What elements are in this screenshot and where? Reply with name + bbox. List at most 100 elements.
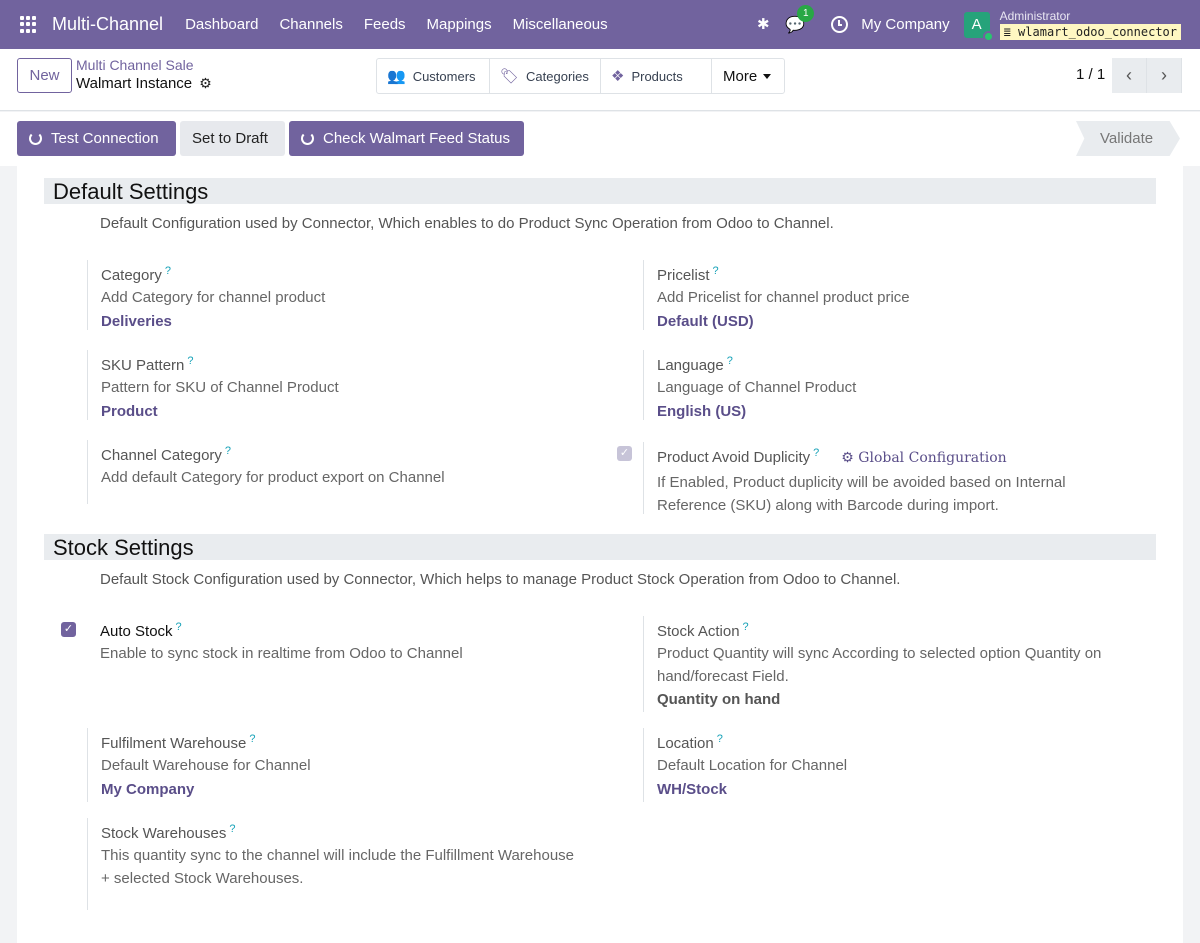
stock-action-label: Stock Action? — [657, 616, 1163, 643]
check-feed-status-label: Check Walmart Feed Status — [323, 130, 511, 147]
category-label-text: Category — [101, 267, 162, 284]
pricelist-label-text: Pricelist — [657, 267, 710, 284]
sku-pattern-field[interactable]: Product — [101, 400, 627, 423]
auto-stock-help-icon[interactable]: ? — [176, 621, 182, 633]
customers-smart-button[interactable]: 👥 Customers — [377, 59, 490, 93]
control-panel: New Multi Channel Sale Walmart Instance … — [0, 49, 1200, 111]
gear-icon[interactable]: ⚙ — [199, 75, 212, 92]
online-status-dot — [982, 30, 994, 42]
menu-dashboard[interactable]: Dashboard — [185, 16, 258, 33]
avoid-duplicity-help-icon[interactable]: ? — [813, 447, 819, 459]
more-label: More — [723, 67, 758, 85]
users-icon: 👥 — [387, 68, 406, 85]
top-navbar: Multi-Channel Dashboard Channels Feeds M… — [0, 0, 1200, 49]
gear-icon: ⚙ — [841, 450, 854, 466]
avatar-letter: A — [971, 15, 982, 33]
pricelist-description: Add Pricelist for channel product price — [657, 289, 910, 306]
stock-action-description-1: Product Quantity will sync According to … — [657, 645, 1102, 662]
menu-miscellaneous[interactable]: Miscellaneous — [513, 16, 608, 33]
language-label: Language? — [657, 350, 1163, 377]
user-menu[interactable]: Administrator ≣ wlamart_odoo_connector — [999, 9, 1181, 40]
bug-icon[interactable]: ✱ — [755, 16, 771, 33]
pricelist-field[interactable]: Default (USD) — [657, 310, 1163, 333]
products-smart-button[interactable]: ❖ Products — [601, 59, 712, 93]
breadcrumb[interactable]: Multi Channel Sale — [76, 57, 194, 73]
chat-button[interactable]: 💬 1 — [785, 4, 815, 35]
categories-smart-button[interactable]: 🏷 Categories — [490, 59, 601, 93]
fulfilment-warehouse-label: Fulfilment Warehouse? — [101, 728, 627, 755]
language-field[interactable]: English (US) — [657, 400, 1163, 423]
company-switcher[interactable]: My Company — [861, 16, 949, 33]
stock-action-help-icon[interactable]: ? — [743, 621, 749, 633]
test-connection-label: Test Connection — [51, 130, 159, 147]
location-setting: Location? Default Location for Channel W… — [643, 728, 1163, 802]
stock-warehouses-setting: Stock Warehouses? This quantity sync to … — [87, 818, 627, 910]
pager-value[interactable]: 1 / 1 — [1076, 66, 1105, 83]
language-help-icon[interactable]: ? — [727, 355, 733, 367]
test-connection-button[interactable]: Test Connection — [17, 121, 176, 156]
fulfilment-warehouse-help-icon[interactable]: ? — [249, 733, 255, 745]
refresh-icon — [29, 132, 42, 145]
fulfilment-warehouse-label-text: Fulfilment Warehouse — [101, 735, 247, 752]
location-label-text: Location — [657, 735, 714, 752]
chevron-left-icon[interactable]: ‹ — [1112, 58, 1147, 93]
products-label: Products — [631, 68, 683, 84]
fulfilment-warehouse-setting: Fulfilment Warehouse? Default Warehouse … — [87, 728, 627, 802]
dropbox-icon: ❖ — [611, 68, 625, 85]
avatar[interactable]: A — [963, 11, 994, 42]
location-label: Location? — [657, 728, 1163, 755]
more-dropdown[interactable]: More — [712, 59, 784, 93]
menu-channels[interactable]: Channels — [279, 16, 342, 33]
channel-category-description: Add default Category for product export … — [101, 469, 445, 486]
stock-action-description-2: hand/forecast Field. — [657, 667, 789, 685]
global-configuration-link[interactable]: ⚙ Global Configuration — [841, 450, 1006, 466]
check-feed-status-button[interactable]: Check Walmart Feed Status — [289, 121, 524, 156]
auto-stock-description: Enable to sync stock in realtime from Od… — [100, 645, 463, 662]
menu-mappings[interactable]: Mappings — [427, 16, 492, 33]
chevron-right-icon[interactable]: › — [1147, 58, 1182, 93]
avoid-duplicity-checkbox[interactable]: ✓ — [617, 446, 632, 461]
check-icon: ✓ — [63, 623, 74, 635]
categories-label: Categories — [526, 68, 589, 84]
pricelist-setting: Pricelist? Add Pricelist for channel pro… — [643, 260, 1163, 330]
pricelist-help-icon[interactable]: ? — [713, 265, 719, 277]
stock-warehouses-label-text: Stock Warehouses — [101, 825, 227, 842]
stock-warehouses-description-1: This quantity sync to the channel will i… — [101, 847, 575, 864]
language-description: Language of Channel Product — [657, 379, 857, 396]
stock-action-field[interactable]: Quantity on hand — [657, 688, 1163, 711]
category-help-icon[interactable]: ? — [165, 265, 171, 277]
database-name-text: wlamart_odoo_connector — [1018, 25, 1177, 39]
fulfilment-warehouse-field[interactable]: My Company — [101, 778, 627, 801]
set-to-draft-button[interactable]: Set to Draft — [180, 121, 285, 156]
clock-icon[interactable] — [831, 16, 849, 33]
record-title-text: Walmart Instance — [76, 75, 193, 92]
sku-pattern-help-icon[interactable]: ? — [187, 355, 193, 367]
channel-category-help-icon[interactable]: ? — [225, 445, 231, 457]
stage-validate[interactable]: Validate — [1076, 121, 1180, 156]
stock-warehouses-label: Stock Warehouses? — [101, 818, 627, 845]
location-field[interactable]: WH/Stock — [657, 778, 1163, 801]
category-description: Add Category for channel product — [101, 289, 326, 306]
category-setting: Category? Add Category for channel produ… — [87, 260, 627, 330]
avoid-duplicity-setting: Product Avoid Duplicity? ⚙ Global Configu… — [643, 442, 1163, 514]
language-setting: Language? Language of Channel Product En… — [643, 350, 1163, 420]
record-title: Walmart Instance ⚙ — [76, 75, 212, 92]
user-name: Administrator — [999, 9, 1071, 23]
pricelist-label: Pricelist? — [657, 260, 1163, 287]
new-button[interactable]: New — [17, 58, 72, 93]
apps-grid-icon[interactable] — [20, 15, 38, 34]
channel-category-label: Channel Category? — [101, 440, 627, 467]
default-settings-description: Default Configuration used by Connector,… — [100, 215, 834, 232]
stock-settings-title: Stock Settings — [44, 534, 1156, 560]
location-help-icon[interactable]: ? — [717, 733, 723, 745]
stock-warehouses-help-icon[interactable]: ? — [229, 823, 235, 835]
default-settings-title: Default Settings — [44, 178, 1156, 204]
menu-feeds[interactable]: Feeds — [364, 16, 406, 33]
channel-category-setting: Channel Category? Add default Category f… — [87, 440, 627, 504]
chat-count-badge: 1 — [797, 4, 815, 22]
caret-down-icon — [763, 73, 772, 79]
app-brand[interactable]: Multi-Channel — [52, 14, 163, 35]
statusbar: Test Connection Set to Draft Check Walma… — [0, 112, 1200, 166]
category-field[interactable]: Deliveries — [101, 310, 627, 333]
auto-stock-checkbox[interactable]: ✓ — [61, 622, 76, 637]
